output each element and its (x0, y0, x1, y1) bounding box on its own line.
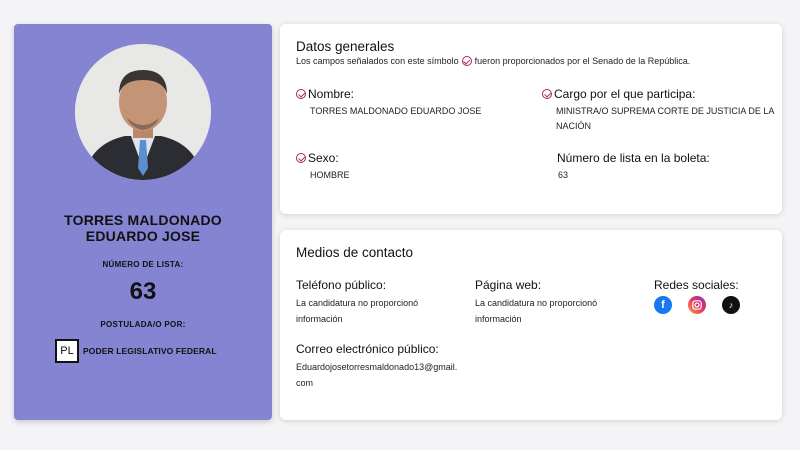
candidate-name: TORRES MALDONADO EDUARDO JOSE (64, 212, 222, 244)
instagram-icon[interactable] (688, 296, 706, 314)
phone-value: La candidatura no proporcionó informació… (296, 298, 419, 324)
field-cargo-label-text: Cargo por el que participa: (554, 87, 696, 101)
general-data-card: Datos generales Los campos señalados con… (280, 24, 782, 214)
field-numero-value: 63 (558, 170, 569, 180)
party-name: PODER LEGISLATIVO FEDERAL (83, 346, 217, 356)
contact-title: Medios de contacto (296, 245, 414, 260)
field-numero-label: Número de lista en la boleta: (557, 151, 710, 165)
candidate-photo (75, 44, 211, 180)
field-nombre-label: Nombre: (296, 87, 354, 101)
subtitle-text-before: Los campos señalados con este símbolo (296, 56, 459, 66)
email-value[interactable]: Eduardojosetorresmaldonado13@gmail.com (296, 359, 458, 391)
check-circle-icon (542, 89, 552, 99)
field-nombre-value: TORRES MALDONADO EDUARDO JOSE (310, 106, 482, 116)
postulated-by-label: POSTULADA/O POR: (100, 320, 186, 329)
field-cargo-value: MINISTRA/O SUPREMA CORTE DE JUSTICIA DE … (556, 106, 774, 131)
field-nombre-label-text: Nombre: (308, 87, 355, 101)
subtitle-text-after: fueron proporcionados por el Senado de l… (474, 56, 691, 66)
phone-label: Teléfono público: (296, 278, 387, 292)
field-sexo-label: Sexo: (296, 151, 339, 165)
web-value: La candidatura no proporcionó informació… (475, 298, 598, 324)
social-icons: f ♪ (654, 296, 756, 314)
general-data-title: Datos generales (296, 39, 395, 54)
list-number-value: 63 (129, 278, 157, 305)
candidate-profile-card: TORRES MALDONADO EDUARDO JOSE NÚMERO DE … (14, 24, 272, 420)
party-logo-icon: PL (55, 339, 79, 363)
check-circle-icon (296, 153, 306, 163)
field-sexo-label-text: Sexo: (308, 151, 339, 165)
party-row: PL PODER LEGISLATIVO FEDERAL (55, 339, 217, 363)
contact-card: Medios de contacto Teléfono público: La … (280, 230, 782, 420)
field-numero-label-text: Número de lista en la boleta: (557, 151, 710, 165)
general-data-subtitle: Los campos señalados con este símbolo fu… (296, 56, 690, 66)
field-cargo-label: Cargo por el que participa: (542, 87, 695, 101)
list-number-label: NÚMERO DE LISTA: (102, 260, 184, 269)
facebook-icon[interactable]: f (654, 296, 672, 314)
social-label: Redes sociales: (654, 278, 739, 292)
web-label: Página web: (475, 278, 542, 292)
field-sexo-value: HOMBRE (310, 170, 350, 180)
tiktok-icon[interactable]: ♪ (722, 296, 740, 314)
check-circle-icon (461, 56, 472, 66)
check-circle-icon (296, 89, 306, 99)
email-label: Correo electrónico público: (296, 342, 439, 356)
